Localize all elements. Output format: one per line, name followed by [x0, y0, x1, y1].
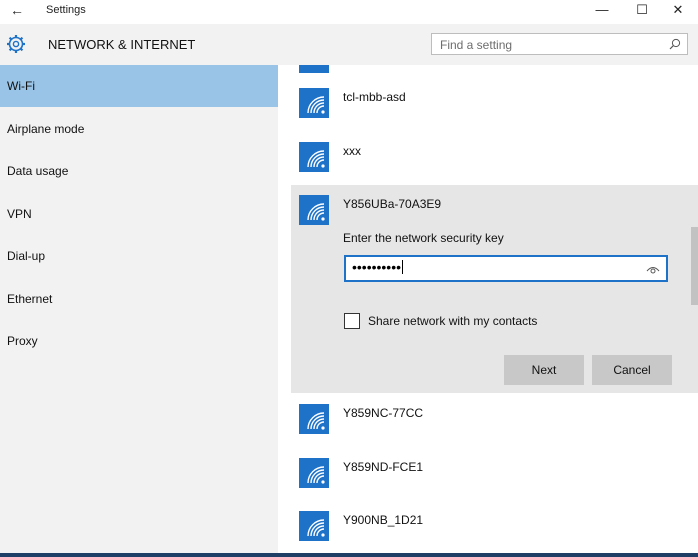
sidebar-item-dial-up[interactable]: Dial-up [0, 235, 278, 277]
sidebar-item-label: Ethernet [7, 292, 53, 306]
search-placeholder: Find a setting [440, 38, 513, 52]
scrollbar-thumb[interactable] [691, 227, 698, 305]
password-mask: •••••••••• [352, 259, 404, 275]
sidebar-item-airplane-mode[interactable]: Airplane mode [0, 108, 278, 150]
gear-icon [7, 35, 25, 53]
sidebar-item-data-usage[interactable]: Data usage [0, 150, 278, 192]
wifi-signal-icon [299, 458, 329, 488]
sidebar-item-label: Proxy [7, 334, 38, 348]
reveal-password-icon[interactable] [646, 264, 660, 274]
password-mask-text: •••••••••• [352, 259, 402, 275]
network-name[interactable]: tcl-mbb-asd [343, 90, 406, 104]
next-button[interactable]: Next [504, 355, 584, 385]
close-button[interactable]: ✕ [666, 2, 690, 20]
sidebar-item-label: Dial-up [7, 249, 46, 263]
security-key-field[interactable]: •••••••••• [344, 255, 668, 282]
sidebar-item-vpn[interactable]: VPN [0, 193, 278, 235]
sidebar-item-proxy[interactable]: Proxy [0, 320, 278, 362]
wifi-tile [299, 65, 329, 73]
share-network-label: Share network with my contacts [368, 314, 538, 328]
wifi-signal-icon [299, 404, 329, 434]
sidebar-item-ethernet[interactable]: Ethernet [0, 278, 278, 320]
share-network-checkbox[interactable] [344, 313, 360, 329]
text-caret [402, 260, 404, 274]
wifi-signal-icon [299, 195, 329, 225]
sidebar-item-label: Data usage [7, 164, 69, 178]
wifi-signal-icon [299, 511, 329, 541]
expanded-network-panel: Y856UBa-70A3E9 Enter the network securit… [291, 185, 698, 393]
window-title: Settings [46, 4, 86, 16]
title-bar: ← Settings — ☐ ✕ [0, 0, 698, 24]
sidebar-item-label: Airplane mode [7, 122, 85, 136]
maximize-button[interactable]: ☐ [630, 2, 654, 20]
search-icon[interactable] [669, 38, 681, 50]
network-name[interactable]: Y859NC-77CC [343, 406, 423, 420]
network-name: Y856UBa-70A3E9 [343, 197, 442, 211]
sidebar: Wi-Fi Airplane mode Data usage VPN Dial-… [0, 65, 278, 553]
sidebar-item-wifi[interactable]: Wi-Fi [0, 65, 278, 107]
page-header: NETWORK & INTERNET Find a setting [0, 24, 698, 65]
back-arrow-icon[interactable]: ← [10, 2, 24, 18]
security-key-prompt: Enter the network security key [343, 231, 504, 245]
wifi-signal-icon [299, 142, 329, 172]
wifi-signal-icon [299, 88, 329, 118]
search-input[interactable]: Find a setting [431, 33, 688, 55]
page-title: NETWORK & INTERNET [48, 37, 196, 52]
network-name[interactable]: Y900NB_1D21 [343, 513, 423, 527]
sidebar-item-label: VPN [7, 207, 32, 221]
cancel-button[interactable]: Cancel [592, 355, 672, 385]
minimize-button[interactable]: — [590, 2, 614, 20]
sidebar-item-label: Wi-Fi [7, 79, 35, 93]
network-list[interactable]: tcl-mbb-asd xxx Y856UBa-70A3E9 Enter the… [278, 65, 698, 553]
network-name[interactable]: xxx [343, 144, 361, 158]
taskbar-strip [0, 553, 698, 557]
network-name[interactable]: Y859ND-FCE1 [343, 460, 423, 474]
